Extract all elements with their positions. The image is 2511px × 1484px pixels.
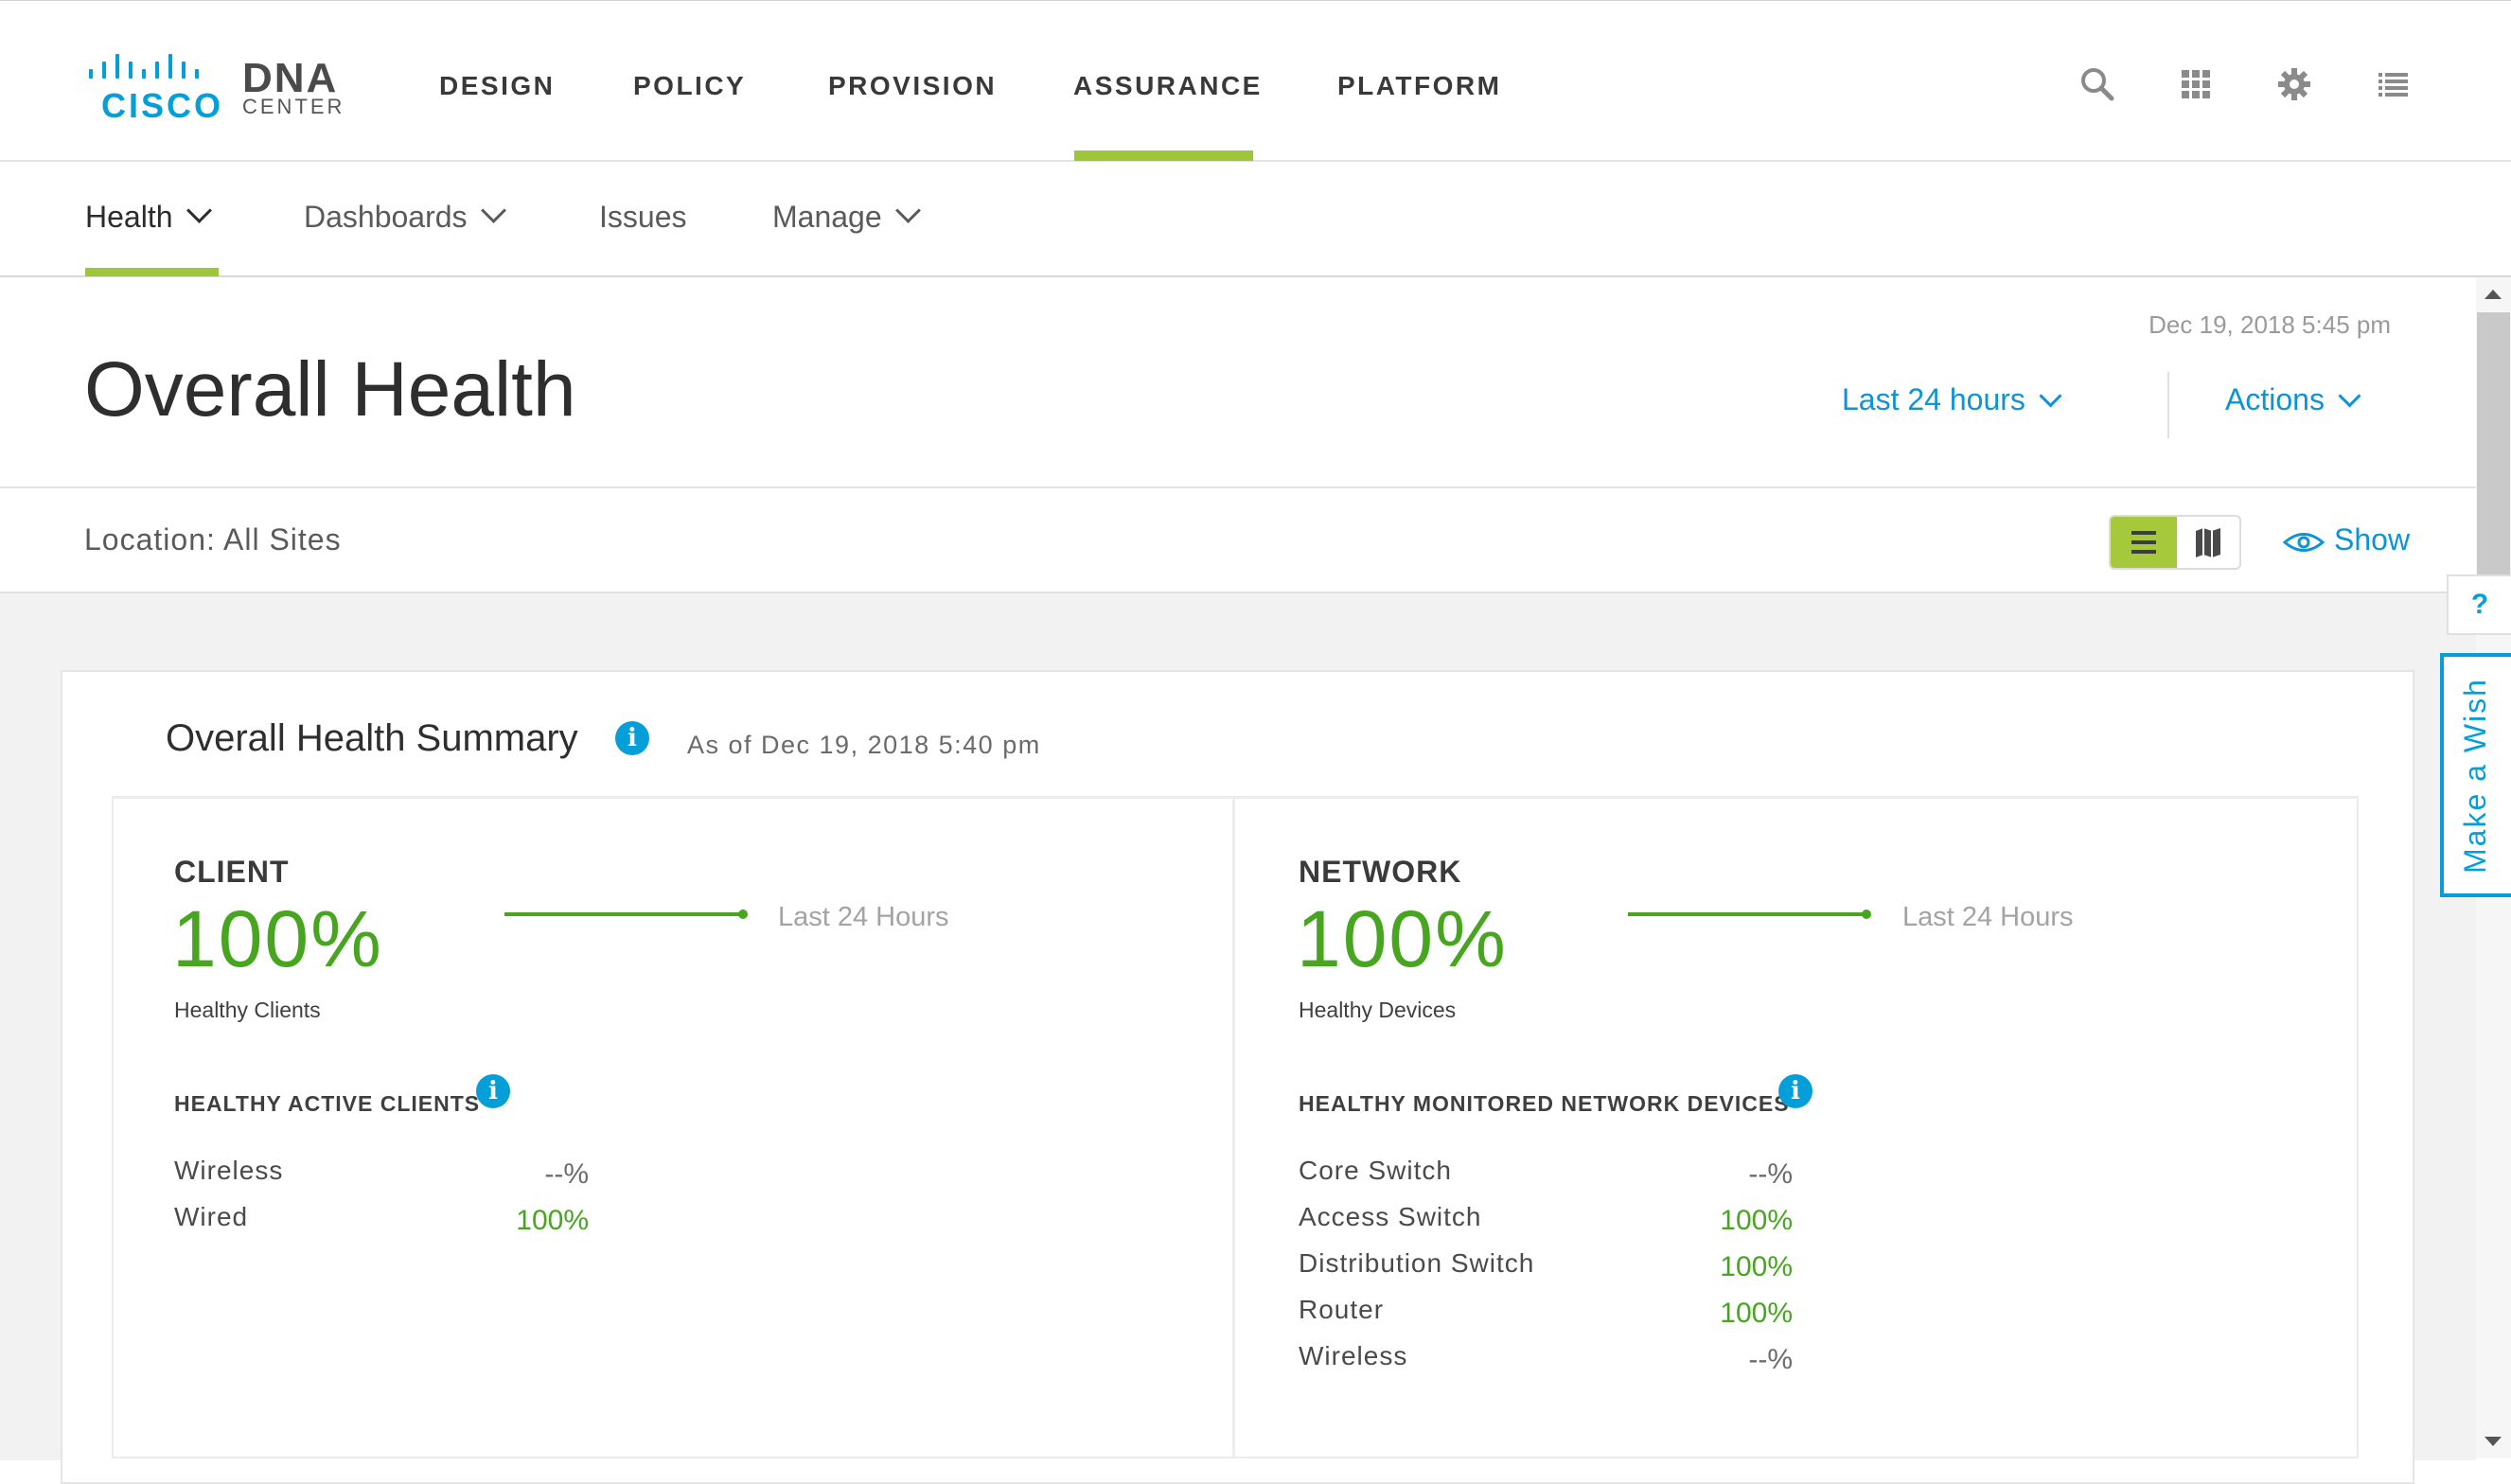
- nav-policy[interactable]: POLICY: [633, 71, 746, 101]
- page-title: Overall Health: [84, 346, 576, 433]
- network-row-value: --%: [1748, 1158, 1793, 1190]
- client-row-value: --%: [544, 1158, 589, 1190]
- chevron-down-icon: [2039, 384, 2062, 408]
- nav-active-indicator: [1074, 150, 1253, 161]
- show-label: Show: [2334, 522, 2411, 556]
- actions-dropdown[interactable]: Actions: [2225, 382, 2361, 417]
- network-row-label: Router: [1299, 1295, 1385, 1324]
- page-timestamp: Dec 19, 2018 5:45 pm: [2148, 310, 2391, 339]
- list-icon[interactable]: [2374, 65, 2412, 103]
- client-row-label: Wired: [174, 1202, 249, 1231]
- network-row-label: Distribution Switch: [1299, 1248, 1535, 1278]
- help-button[interactable]: ?: [2447, 574, 2511, 635]
- make-a-wish-label: Make a Wish: [2458, 677, 2492, 874]
- subnav-manage[interactable]: Manage: [772, 198, 921, 235]
- healthy-active-clients-title: HEALTHY ACTIVE CLIENTS: [174, 1091, 481, 1116]
- subnav-issues-label: Issues: [599, 200, 687, 234]
- network-row-label: Wireless: [1299, 1341, 1408, 1370]
- map-view-button[interactable]: [2177, 517, 2239, 568]
- client-row-label: Wireless: [174, 1156, 284, 1185]
- center-wordmark: CENTER: [242, 95, 345, 118]
- nav-assurance[interactable]: ASSURANCE: [1073, 71, 1263, 101]
- cisco-bars-icon: [87, 50, 220, 79]
- chevron-down-icon: [894, 198, 921, 223]
- network-row-value: 100%: [1720, 1205, 1793, 1236]
- subnav-dashboards[interactable]: Dashboards: [304, 198, 506, 235]
- info-icon[interactable]: i: [1778, 1074, 1813, 1108]
- network-health-label: Healthy Devices: [1299, 998, 1457, 1022]
- gear-icon[interactable]: [2275, 65, 2313, 103]
- cisco-dna-center-logo[interactable]: CISCO DNA CENTER: [87, 50, 343, 126]
- apps-grid-icon[interactable]: [2177, 65, 2215, 103]
- nav-platform[interactable]: PLATFORM: [1337, 71, 1501, 101]
- view-toggle: [2109, 515, 2241, 570]
- subnav-issues[interactable]: Issues: [599, 200, 686, 235]
- network-trend-dot: [1862, 910, 1871, 919]
- search-icon[interactable]: [2078, 65, 2116, 103]
- network-trend-line[interactable]: [1628, 912, 1865, 916]
- header-divider: [2167, 372, 2169, 438]
- chevron-down-icon: [480, 198, 506, 223]
- subnav-health-label: Health: [85, 200, 173, 234]
- network-title: NETWORK: [1299, 855, 1462, 889]
- client-trend-line[interactable]: [504, 912, 741, 916]
- sub-navigation-bar: Health Dashboards Issues Manage: [0, 162, 2511, 277]
- network-row-label: Access Switch: [1299, 1202, 1482, 1231]
- info-icon[interactable]: i: [615, 721, 649, 755]
- cisco-wordmark: CISCO: [101, 86, 224, 125]
- list-view-button[interactable]: [2111, 517, 2177, 568]
- info-icon[interactable]: i: [476, 1074, 510, 1108]
- time-range-label: Last 24 hours: [1842, 382, 2025, 416]
- scroll-down-icon[interactable]: [2484, 1437, 2502, 1446]
- scrollbar-thumb[interactable]: [2477, 312, 2510, 577]
- location-label: Location: All Sites: [84, 522, 342, 556]
- scroll-up-icon[interactable]: [2484, 290, 2502, 299]
- client-trend-dot: [738, 910, 748, 919]
- summary-as-of: As of Dec 19, 2018 5:40 pm: [687, 731, 1041, 759]
- top-navigation-bar: CISCO DNA CENTER DESIGN POLICY PROVISION…: [0, 0, 2511, 162]
- panel-divider: [1232, 799, 1235, 1458]
- show-button[interactable]: Show: [2282, 522, 2411, 557]
- client-row-value: 100%: [516, 1205, 589, 1236]
- client-health-percent: 100%: [172, 894, 383, 983]
- health-panels: [112, 799, 2359, 1458]
- eye-icon: [2282, 532, 2325, 552]
- client-trend-label: Last 24 Hours: [778, 902, 949, 932]
- network-row-value: 100%: [1720, 1251, 1793, 1282]
- list-view-icon: [2131, 531, 2156, 554]
- network-health-percent: 100%: [1297, 894, 1508, 983]
- client-health-label: Healthy Clients: [174, 998, 321, 1022]
- nav-design[interactable]: DESIGN: [439, 71, 555, 101]
- subnav-health[interactable]: Health: [85, 198, 212, 235]
- network-row-value: --%: [1748, 1344, 1793, 1375]
- client-title: CLIENT: [174, 855, 290, 889]
- map-icon: [2196, 528, 2220, 557]
- network-row-value: 100%: [1720, 1298, 1793, 1329]
- healthy-monitored-devices-title: HEALTHY MONITORED NETWORK DEVICES: [1299, 1091, 1790, 1116]
- network-row-label: Core Switch: [1299, 1156, 1452, 1185]
- subnav-manage-label: Manage: [772, 200, 882, 234]
- header-divider-line: [0, 486, 2476, 488]
- summary-title: Overall Health Summary: [166, 717, 578, 759]
- nav-provision[interactable]: PROVISION: [828, 71, 997, 101]
- make-a-wish-label-wrap: Make a Wish: [2440, 653, 2511, 897]
- chevron-down-icon: [186, 198, 212, 223]
- subnav-dashboards-label: Dashboards: [304, 200, 468, 234]
- time-range-dropdown[interactable]: Last 24 hours: [1842, 382, 2062, 417]
- network-trend-label: Last 24 Hours: [1902, 902, 2074, 932]
- actions-label: Actions: [2225, 382, 2325, 416]
- subnav-active-indicator: [85, 268, 219, 276]
- chevron-down-icon: [2338, 384, 2361, 408]
